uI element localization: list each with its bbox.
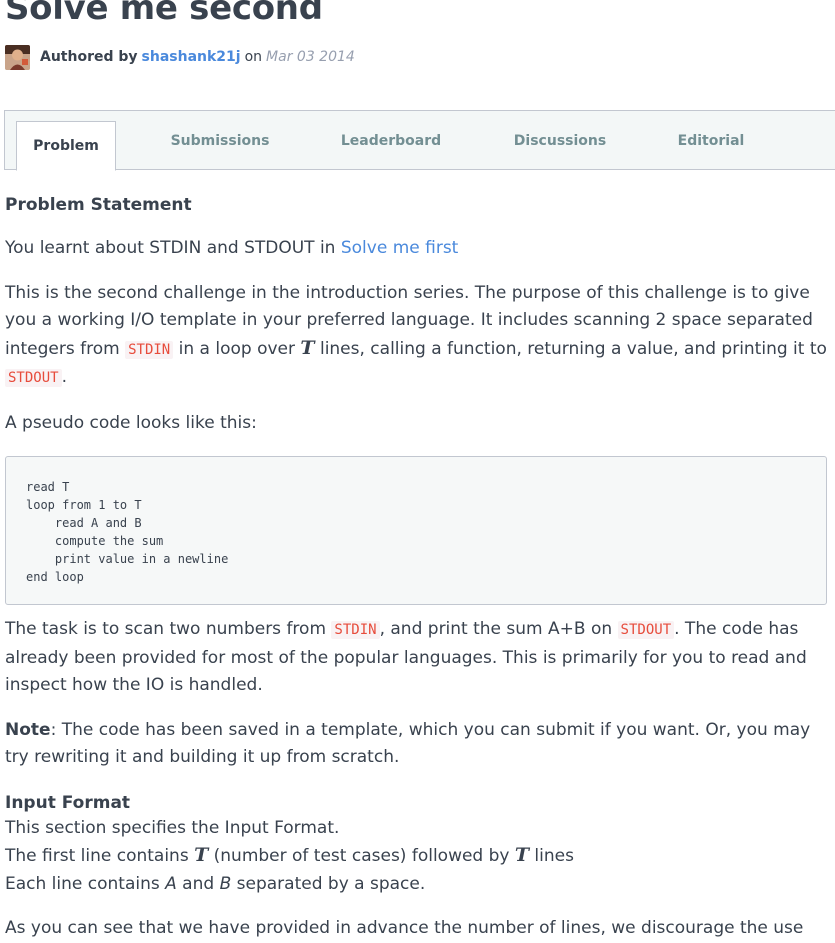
- input-line-2-text-a: The first line contains: [5, 846, 195, 866]
- var-a: A: [165, 873, 177, 894]
- closing-paragraph: As you can see that we have provided in …: [5, 918, 804, 938]
- stdin-code: STDIN: [331, 621, 380, 639]
- author-link[interactable]: shashank21j: [142, 49, 241, 65]
- task-paragraph: The task is to scan two numbers from STD…: [5, 616, 827, 700]
- stdout-code: STDOUT: [5, 369, 62, 387]
- intro-paragraph: You learnt about STDIN and STDOUT in Sol…: [5, 235, 827, 263]
- var-t: T: [514, 844, 530, 866]
- task-text-b: , and print the sum A+B on: [379, 619, 618, 639]
- note-text: : The code has been saved in a template,…: [5, 719, 811, 768]
- description-paragraph: This is the second challenge in the intr…: [5, 280, 827, 393]
- tab-editorial[interactable]: Editorial: [655, 111, 767, 170]
- var-b: B: [219, 873, 232, 894]
- desc-text-b: in a loop over: [173, 338, 301, 359]
- pseudo-intro: A pseudo code looks like this:: [5, 412, 257, 433]
- avatar-image-icon: [5, 44, 30, 70]
- input-line-2-text-c: lines: [529, 846, 574, 866]
- author-prefix: Authored by: [40, 49, 138, 65]
- var-t: T: [194, 844, 209, 866]
- stdout-code: STDOUT: [617, 621, 675, 639]
- challenge-tabs: Problem Submissions Leaderboard Discussi…: [4, 110, 835, 171]
- pseudo-code-block: read T loop from 1 to T read A and B com…: [5, 456, 827, 605]
- note-paragraph: Note: The code has been saved in a templ…: [5, 717, 827, 772]
- author-on-label: on: [244, 49, 263, 65]
- desc-text-c: lines, calling a function, returning a v…: [314, 338, 827, 359]
- tab-problem[interactable]: Problem: [16, 121, 116, 171]
- desc-text-d: .: [61, 367, 67, 387]
- task-text-a: The task is to scan two numbers from: [5, 619, 332, 639]
- input-line-2: The first line contains T (number of tes…: [5, 842, 827, 871]
- input-line-1: This section specifies the Input Format.: [5, 817, 340, 838]
- tab-leaderboard[interactable]: Leaderboard: [331, 111, 451, 170]
- intro-text: You learnt about STDIN and STDOUT in: [5, 238, 341, 258]
- tab-discussions[interactable]: Discussions: [500, 111, 620, 170]
- var-t: T: [300, 336, 315, 359]
- stdin-code: STDIN: [125, 340, 174, 359]
- input-line-3: Each line contains A and B separated by …: [5, 871, 827, 899]
- input-line-3-text-c: separated by a space.: [231, 873, 426, 894]
- section-heading-problem-statement: Problem Statement: [5, 195, 192, 215]
- solve-me-first-link[interactable]: Solve me first: [341, 238, 458, 258]
- tab-submissions[interactable]: Submissions: [160, 111, 280, 170]
- input-line-3-text-b: and: [176, 873, 220, 894]
- note-label: Note: [5, 719, 51, 740]
- author-line: Authored by shashank21j on Mar 03 2014: [5, 44, 355, 70]
- input-line-3-text-a: Each line contains: [5, 873, 166, 894]
- input-line-2-text-b: (number of test cases) followed by: [208, 846, 515, 866]
- page-title: Solve me second: [5, 0, 323, 28]
- publish-date: Mar 03 2014: [266, 49, 355, 65]
- section-heading-input-format: Input Format: [5, 792, 131, 813]
- problem-statement: Problem Statement You learnt about STDIN…: [5, 190, 827, 943]
- avatar[interactable]: [5, 44, 30, 70]
